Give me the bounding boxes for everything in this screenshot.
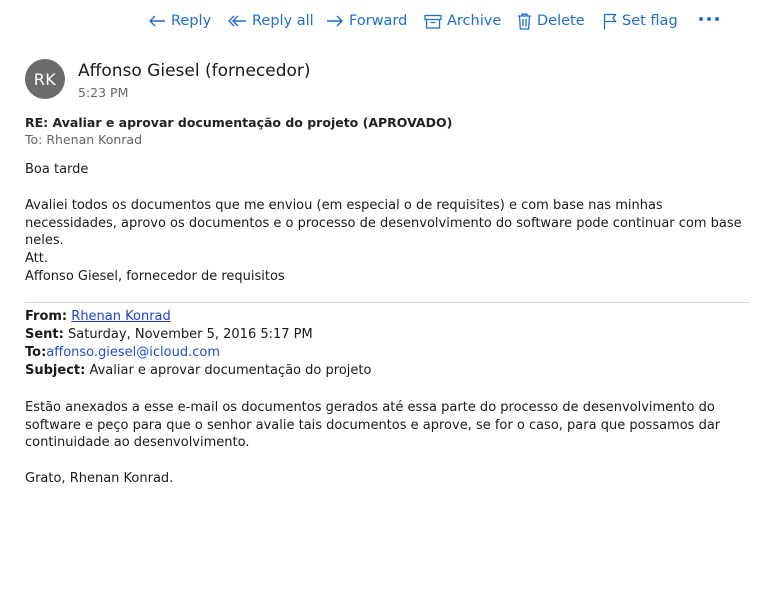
- quoted-sent-value: Saturday, November 5, 2016 5:17 PM: [68, 327, 313, 342]
- reply-arrow-icon: [149, 15, 165, 27]
- quoted-from-label: From:: [25, 309, 68, 324]
- reply-all-icon: [228, 15, 246, 27]
- forward-label: Forward: [349, 13, 408, 29]
- more-dot-icon: [699, 17, 703, 21]
- delete-button[interactable]: Delete: [517, 8, 585, 34]
- reply-all-label: Reply all: [252, 13, 314, 29]
- quote-divider: [25, 302, 749, 303]
- quoted-closing: Grato, Rhenan Konrad.: [25, 471, 174, 486]
- message-toolbar: Reply Reply all Forward Archive Delete S…: [0, 8, 771, 36]
- set-flag-button[interactable]: Set flag: [603, 8, 678, 34]
- to-label: To:: [25, 132, 43, 147]
- quoted-subject-label: Subject:: [25, 363, 86, 378]
- body-greeting: Boa tarde: [25, 162, 89, 177]
- archive-button[interactable]: Archive: [424, 8, 501, 34]
- delete-label: Delete: [537, 13, 585, 29]
- recipient-name[interactable]: Rhenan Konrad: [46, 132, 142, 147]
- message-subject: RE: Avaliar e aprovar documentação do pr…: [25, 115, 453, 130]
- quoted-sent-row: Sent: Saturday, November 5, 2016 5:17 PM: [25, 327, 313, 342]
- quoted-body: Estão anexados a esse e-mail os document…: [25, 400, 721, 450]
- reply-label: Reply: [171, 13, 212, 29]
- more-dot-icon: [707, 17, 711, 21]
- trash-icon: [518, 13, 531, 30]
- body-signature: Affonso Giesel, fornecedor de requisitos: [25, 269, 285, 284]
- sender-name[interactable]: Affonso Giesel (fornecedor): [78, 61, 311, 81]
- quoted-to-email[interactable]: affonso.giesel@icloud.com: [46, 345, 220, 360]
- body-paragraph: Avaliei todos os documentos que me envio…: [25, 198, 742, 248]
- archive-box-icon: [424, 14, 442, 29]
- reply-button[interactable]: Reply: [148, 8, 211, 34]
- flag-icon: [603, 13, 617, 29]
- quoted-subject-row: Subject: Avaliar e aprovar documentação …: [25, 363, 371, 378]
- quoted-from-row: From: Rhenan Konrad: [25, 309, 171, 324]
- quoted-from-link[interactable]: Rhenan Konrad: [71, 309, 170, 324]
- reply-all-button[interactable]: Reply all: [228, 8, 314, 34]
- set-flag-label: Set flag: [622, 13, 678, 29]
- quoted-to-row: To:affonso.giesel@icloud.com: [25, 345, 220, 360]
- forward-arrow-icon: [327, 15, 343, 27]
- recipient-line: To: Rhenan Konrad: [25, 132, 142, 147]
- more-options-button[interactable]: [699, 8, 719, 30]
- quoted-to-label: To:: [25, 345, 47, 360]
- quoted-subject-value: Avaliar e aprovar documentação do projet…: [89, 363, 372, 378]
- body-signoff: Att.: [25, 251, 48, 266]
- quoted-sent-label: Sent:: [25, 327, 64, 342]
- message-time: 5:23 PM: [78, 85, 129, 100]
- avatar: RK: [25, 59, 65, 99]
- more-dot-icon: [715, 17, 719, 21]
- archive-label: Archive: [447, 13, 502, 29]
- forward-button[interactable]: Forward: [326, 8, 407, 34]
